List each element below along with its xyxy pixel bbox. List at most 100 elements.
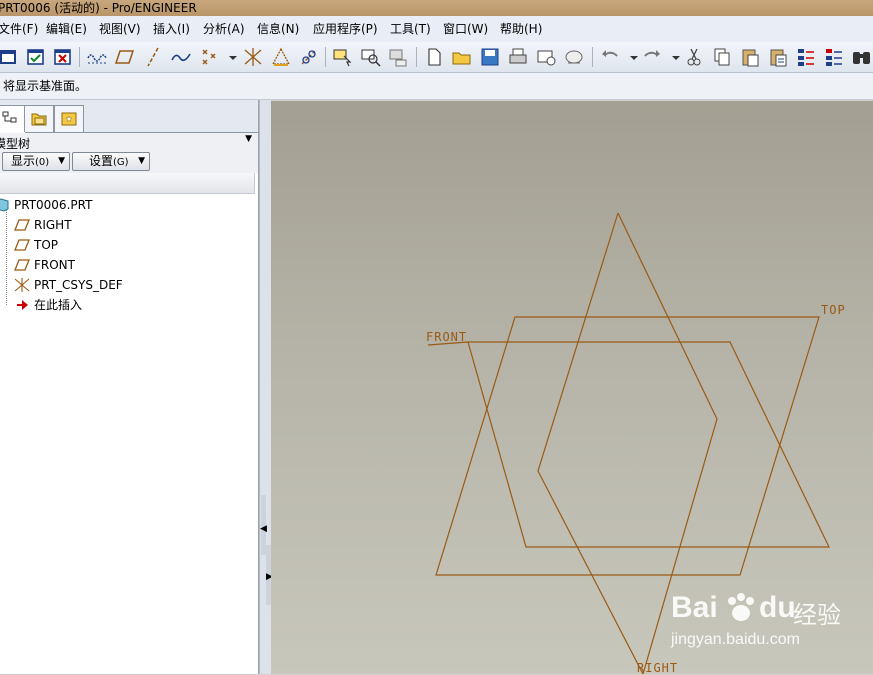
datum-plane-icon [14,219,30,231]
new-file-icon[interactable] [423,46,445,68]
title-bar: PRT0006 (活动的) - Pro/ENGINEER [0,0,873,16]
menu-insert[interactable]: 插入(I) [153,21,190,37]
datum-plane-top [435,316,820,576]
tree-item-label: RIGHT [34,218,72,232]
datum-link-icon[interactable] [298,46,320,68]
graphics-window[interactable]: FRONT TOP RIGHT Bai du 经验 jingyan.baidu.… [271,101,873,675]
main-toolbar [0,42,873,73]
show-button-key: (0) [35,157,50,168]
model-player-icon[interactable] [360,46,382,68]
chevron-down-icon[interactable] [222,46,237,68]
chevron-down-icon[interactable] [623,46,638,68]
model-tree-header: 模型树 ▼ 显示(0) ▼ 设置(G) ▼ [0,133,258,173]
tree-item-label: PRT_CSYS_DEF [34,278,123,292]
datum-plane-icon [14,259,30,271]
settings-button-key: (G) [113,157,129,168]
datum-curve-icon[interactable] [170,46,192,68]
toolbar-separator [416,47,417,67]
paste-icon[interactable] [739,46,761,68]
regenerate-icon[interactable] [795,46,817,68]
tree-item-label: FRONT [34,258,75,272]
toolbar-separator [79,47,80,67]
analysis-feature-icon[interactable] [270,46,292,68]
datum-plane-icon [14,239,30,251]
window-icon[interactable] [0,46,22,68]
tab-model-tree[interactable] [0,105,26,133]
chevron-down-icon[interactable] [665,46,680,68]
datum-axis-icon[interactable] [142,46,164,68]
menu-analysis[interactable]: 分析(A) [203,21,245,37]
navigator-panel: 模型树 ▼ 显示(0) ▼ 设置(G) ▼ PRT0006.PRT RIGHT … [0,100,259,674]
close-window-icon[interactable] [52,46,74,68]
menu-info[interactable]: 信息(N) [257,21,299,37]
copy-icon[interactable] [711,46,733,68]
redo-icon[interactable] [641,46,663,68]
csys-icon [14,278,30,292]
panel-splitter[interactable]: ◀ ▶ [259,100,273,674]
model-tree-icon [2,111,17,123]
watermark-cn: 经验 [793,601,841,629]
save-icon[interactable] [479,46,501,68]
email-icon[interactable] [535,46,557,68]
datum-label-front: FRONT [426,330,468,344]
chevron-down-icon: ▼ [58,156,65,166]
folder-browser-icon [31,113,47,126]
open-folder-icon[interactable] [451,46,473,68]
tree-column-header[interactable] [0,173,255,194]
paste-special-icon[interactable] [767,46,789,68]
datum-csys-icon[interactable] [242,46,264,68]
show-button[interactable]: 显示(0) ▼ [2,152,70,171]
datum-planes-drawing [427,212,830,674]
menu-window[interactable]: 窗口(W) [443,21,488,37]
datum-display-icon[interactable] [86,46,108,68]
favorites-icon [61,112,77,126]
datum-label-right: RIGHT [637,661,679,675]
chevron-down-icon: ▼ [138,156,145,166]
menu-applications[interactable]: 应用程序(P) [313,21,378,37]
datum-plane-icon[interactable] [114,46,136,68]
undo-icon[interactable] [599,46,621,68]
watermark: Bai du 经验 jingyan.baidu.com [671,591,841,661]
baidu-paw-icon [723,591,759,625]
window-title: PRT0006 (活动的) - Pro/ENGINEER [0,1,197,15]
regenerate-all-icon[interactable] [823,46,845,68]
send-link-icon[interactable] [563,46,585,68]
tree-item-label: PRT0006.PRT [14,198,93,212]
toolbar-separator [592,47,593,67]
tab-folder-browser[interactable] [24,105,54,132]
datum-plane-right-back [537,212,644,674]
tree-connector-line [6,205,7,305]
print-icon[interactable] [507,46,529,68]
menu-edit[interactable]: 编辑(E) [46,21,87,37]
collapse-left-arrow-icon[interactable]: ◀ [260,524,267,534]
menu-tools[interactable]: 工具(T) [390,21,431,37]
message-area: 将显示基准面。 [0,73,873,100]
menu-bar: 文件(F) 编辑(E) 视图(V) 插入(I) 分析(A) 信息(N) 应用程序… [0,16,873,43]
part-icon [0,198,9,212]
tree-item-label: TOP [34,238,59,252]
model-tree-title: 模型树 [0,137,31,151]
find-binoculars-icon[interactable] [851,46,873,68]
tab-favorites[interactable] [54,105,84,132]
insert-here-arrow-icon [17,300,28,310]
watermark-url: jingyan.baidu.com [671,631,800,648]
tree-item-label: 在此插入 [34,298,83,312]
chevron-down-icon[interactable]: ▼ [245,134,252,144]
menu-help[interactable]: 帮助(H) [500,21,542,37]
navigator-tabs [0,100,258,133]
select-filter-icon[interactable] [332,46,354,68]
settings-button[interactable]: 设置(G) ▼ [72,152,150,171]
menu-file[interactable]: 文件(F) [0,21,38,37]
datum-label-top: TOP [821,303,846,317]
watermark-brand-2: du [759,591,796,624]
status-message: 将显示基准面。 [3,79,88,93]
datum-point-icon[interactable] [198,46,220,68]
activate-window-icon[interactable] [25,46,47,68]
cut-icon[interactable] [683,46,705,68]
watermark-brand: Bai [671,591,718,624]
datum-plane-front [467,341,830,548]
regenerate-manager-icon[interactable] [388,46,410,68]
settings-button-label: 设置 [89,154,114,168]
menu-view[interactable]: 视图(V) [99,21,141,37]
toolbar-separator [325,47,326,67]
